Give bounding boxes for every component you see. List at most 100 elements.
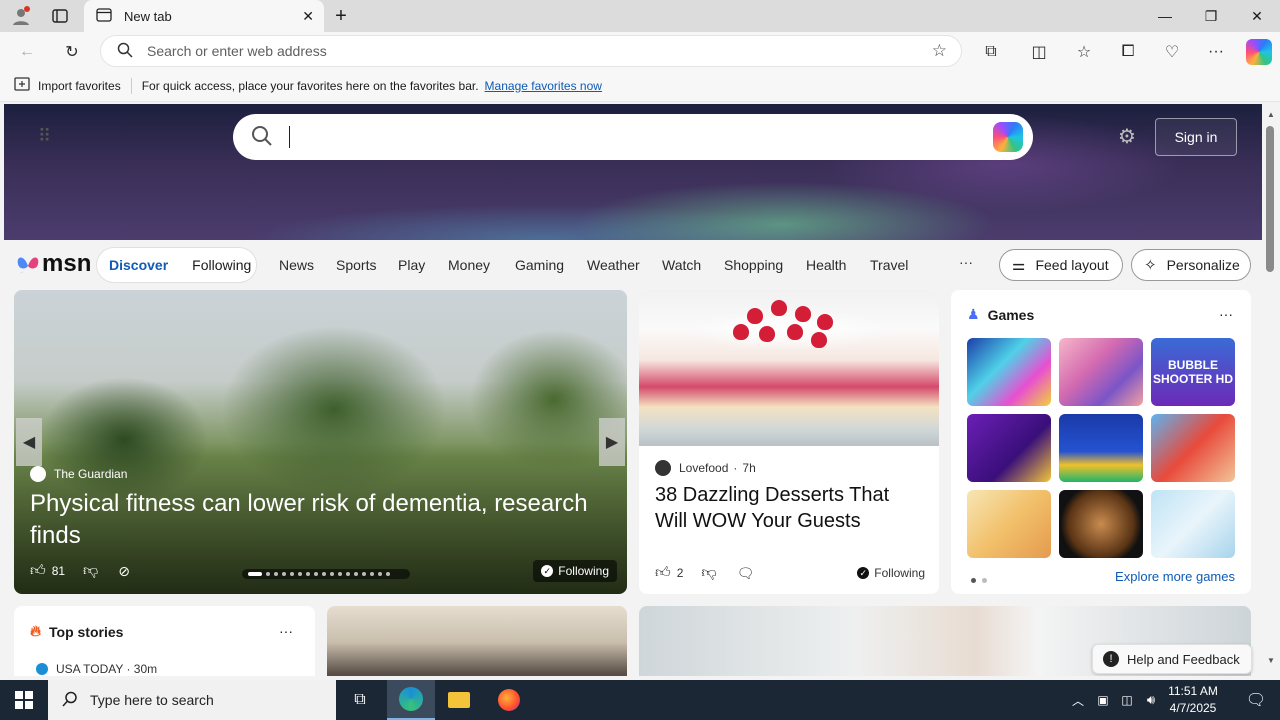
address-bar[interactable]: Search or enter web address ☆	[100, 35, 962, 67]
lovefood-logo-icon	[655, 460, 671, 476]
notifications-icon[interactable]: 🗨︎	[1232, 680, 1280, 720]
game-tile-arrow[interactable]	[967, 414, 1051, 482]
browser-essentials-icon[interactable]: ♡	[1161, 41, 1183, 63]
game-tile-blocks[interactable]	[1059, 414, 1143, 482]
task-view-icon[interactable]: ⧉	[336, 680, 384, 720]
following-badge[interactable]: ✓ Following	[533, 560, 617, 582]
game-tile-jewels[interactable]	[967, 338, 1051, 406]
tab-actions-icon[interactable]	[49, 5, 71, 27]
show-hidden-icons[interactable]: ︿	[1066, 680, 1090, 720]
sign-in-button[interactable]: Sign in	[1155, 118, 1237, 156]
nav-news[interactable]: News	[279, 257, 314, 273]
import-favorites-button[interactable]: Import favorites	[38, 79, 121, 93]
tab-discover[interactable]: Discover	[97, 257, 180, 273]
taskbar-search[interactable]: Type here to search	[48, 680, 336, 720]
apps-grid-icon[interactable]: ⠿	[38, 126, 51, 147]
comment-icon[interactable]: 🗨︎	[737, 565, 755, 582]
close-tab-icon[interactable]: ✕	[302, 8, 314, 25]
carousel-next-icon[interactable]: ▶	[599, 418, 625, 466]
tab-new-tab[interactable]: New tab ✕	[84, 0, 324, 32]
games-header: ♟ Games	[967, 306, 1034, 323]
collections-icon[interactable]: ⧠	[1117, 41, 1139, 63]
scroll-down-icon[interactable]: ▼	[1267, 656, 1275, 665]
close-window-icon[interactable]: ✕	[1234, 0, 1280, 32]
scrollbar-thumb[interactable]	[1266, 126, 1274, 272]
volume-icon[interactable]: 🔊︎	[1140, 680, 1162, 720]
story-title[interactable]: 38 Dazzling Desserts That Will WOW Your …	[655, 482, 925, 534]
msn-logo[interactable]: msn	[16, 250, 91, 278]
profile-icon[interactable]	[10, 5, 32, 27]
nav-more-button[interactable]: ···	[959, 254, 973, 270]
game-tile-thief[interactable]	[1151, 490, 1235, 558]
wifi-icon[interactable]: ◫	[1116, 680, 1138, 720]
personalize-button[interactable]: ✧ Personalize	[1131, 249, 1251, 281]
nav-shopping[interactable]: Shopping	[724, 257, 783, 273]
game-tile-hotel[interactable]	[1151, 414, 1235, 482]
story-source: Lovefood · 7h	[655, 460, 756, 476]
tab-following[interactable]: Following	[180, 257, 263, 273]
taskbar-clock[interactable]: 11:51 AM 4/7/2025	[1160, 683, 1226, 717]
top-story-source: USA TODAY · 30m	[56, 662, 158, 676]
feed-layout-button[interactable]: ⚌ Feed layout	[999, 249, 1123, 281]
carousel-prev-icon[interactable]: ◀	[16, 418, 42, 466]
explore-more-games-link[interactable]: Explore more games	[1115, 569, 1235, 584]
copilot-icon[interactable]	[993, 122, 1023, 152]
firefox-icon[interactable]	[485, 680, 533, 720]
nav-money[interactable]: Money	[448, 257, 490, 273]
game-tile-hunting[interactable]	[1059, 490, 1143, 558]
hide-story-icon[interactable]: ⊘	[118, 563, 130, 580]
favorites-icon[interactable]: ☆	[1073, 41, 1095, 63]
thumbs-up-icon[interactable]: 👍︎	[655, 564, 671, 582]
network-icon[interactable]: ▣	[1092, 680, 1114, 720]
nav-travel[interactable]: Travel	[870, 257, 908, 273]
nav-play[interactable]: Play	[398, 257, 425, 273]
top-stories-more-menu[interactable]: ···	[279, 623, 293, 639]
nav-watch[interactable]: Watch	[662, 257, 701, 273]
edge-taskbar-icon[interactable]	[387, 680, 435, 720]
top-story-item[interactable]: USA TODAY · 30m	[36, 662, 157, 676]
file-explorer-icon[interactable]	[435, 680, 483, 720]
nav-health[interactable]: Health	[806, 257, 846, 273]
games-title: Games	[987, 306, 1035, 323]
carousel-dots[interactable]	[242, 569, 410, 579]
back-icon[interactable]: ←	[16, 41, 38, 63]
scroll-up-icon[interactable]: ▲	[1267, 110, 1275, 119]
dessert-story-card[interactable]: Lovefood · 7h 38 Dazzling Desserts That …	[639, 290, 939, 594]
copilot-icon[interactable]	[1246, 39, 1272, 65]
game-tile-doge[interactable]	[967, 490, 1051, 558]
story-card-interior[interactable]	[327, 606, 627, 676]
settings-gear-icon[interactable]: ⚙	[1116, 126, 1138, 148]
new-tab-icon[interactable]: +	[330, 5, 352, 27]
favorite-star-icon[interactable]: ☆	[932, 41, 947, 61]
thumbs-down-icon[interactable]: 👎︎	[83, 562, 98, 580]
hero-story-card[interactable]: ◀ ▶ The Guardian Physical fitness can lo…	[14, 290, 627, 594]
page-scrollbar[interactable]: ▲ ▼	[1262, 104, 1280, 676]
games-more-menu[interactable]: ···	[1219, 306, 1233, 322]
nav-sports[interactable]: Sports	[336, 257, 376, 273]
thumbs-down-icon[interactable]: 👎︎	[701, 564, 716, 582]
settings-more-icon[interactable]: ···	[1205, 41, 1227, 63]
manage-favorites-link[interactable]: Manage favorites now	[485, 79, 602, 93]
story-headline[interactable]: Physical fitness can lower risk of demen…	[30, 488, 610, 552]
nav-gaming[interactable]: Gaming	[515, 257, 564, 273]
game-tile-bubble-shooter[interactable]: BUBBLE SHOOTER HD	[1151, 338, 1235, 406]
msn-nav-row: msn Discover Following News Sports Play …	[4, 240, 1262, 290]
split-screen-icon[interactable]: ◫	[1028, 41, 1050, 63]
extensions-icon[interactable]: ⧉	[980, 41, 1002, 63]
check-icon: ✓	[541, 565, 554, 577]
web-search-box[interactable]	[233, 114, 1033, 160]
games-pager-dots[interactable]	[971, 578, 987, 583]
address-placeholder: Search or enter web address	[147, 43, 327, 59]
windows-start-icon[interactable]	[0, 680, 48, 720]
help-feedback-button[interactable]: ! Help and Feedback	[1092, 644, 1252, 674]
following-badge[interactable]: ✓ Following	[857, 566, 925, 580]
import-icon	[14, 77, 30, 94]
minimize-icon[interactable]: ―	[1142, 0, 1188, 32]
game-tile-makeup[interactable]	[1059, 338, 1143, 406]
thumbs-up-icon[interactable]: 👍︎	[30, 562, 46, 580]
nav-weather[interactable]: Weather	[587, 257, 640, 273]
refresh-icon[interactable]: ↻	[61, 41, 83, 63]
story-actions: 👍︎ 81 👎︎ ⊘	[30, 562, 130, 580]
restore-icon[interactable]: ❐	[1188, 0, 1234, 32]
page-icon	[96, 7, 112, 26]
